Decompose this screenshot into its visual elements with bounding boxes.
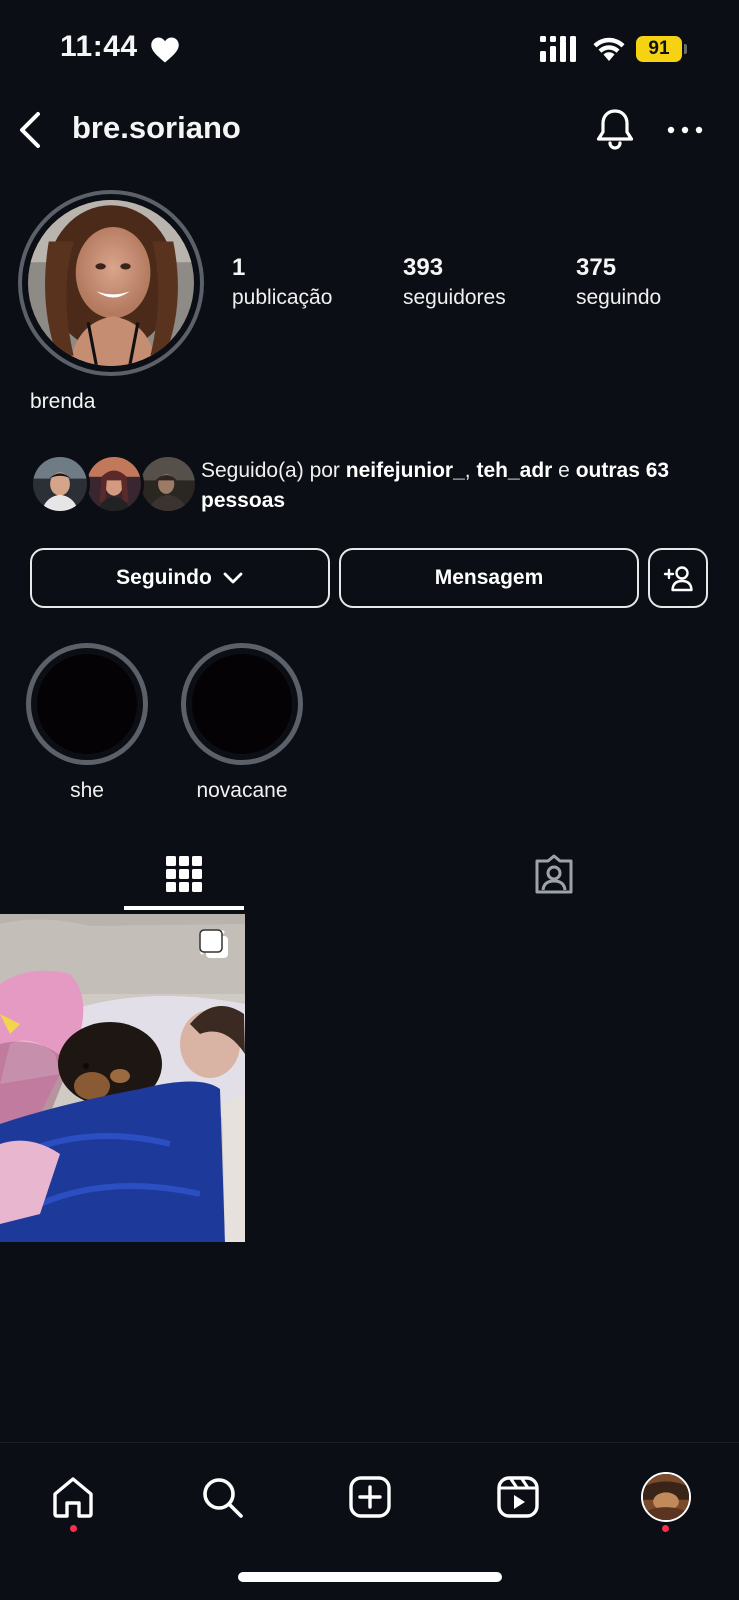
- post-thumbnail[interactable]: [0, 914, 245, 1242]
- following-button[interactable]: Seguindo: [30, 548, 330, 608]
- carousel-icon: [199, 929, 228, 958]
- profile-tab-avatar: [641, 1472, 691, 1522]
- status-time: 11:44: [60, 30, 138, 63]
- avatar-photo: [28, 200, 194, 367]
- profile-username: bre.soriano: [72, 110, 241, 145]
- highlight-label: novacane: [196, 779, 288, 802]
- highlight-cover-ring: [26, 643, 148, 765]
- stat-followers-value: 393: [403, 254, 444, 281]
- followed-by-conjunction: e: [552, 459, 576, 482]
- wifi-icon: [593, 37, 625, 61]
- nav-home[interactable]: [45, 1469, 101, 1525]
- battery-cap: [684, 44, 687, 54]
- more-options-icon[interactable]: [664, 110, 706, 150]
- stat-followers-label: seguidores: [403, 286, 506, 309]
- stat-following-value: 375: [576, 254, 617, 281]
- home-indicator-bar: [238, 1572, 502, 1582]
- active-tab-indicator: [124, 906, 244, 910]
- reels-icon: [497, 1476, 539, 1518]
- profile-avatar[interactable]: [18, 190, 204, 376]
- mutual-user-1[interactable]: neifejunior_: [346, 459, 465, 482]
- mutual-avatar-1: [30, 454, 90, 514]
- mutual-user-2[interactable]: teh_adr: [476, 459, 552, 482]
- followed-by-prefix: Seguido(a) por: [201, 459, 346, 482]
- battery-level: 91: [636, 36, 682, 62]
- following-button-label: Seguindo: [116, 566, 212, 589]
- post-image: [0, 914, 245, 1242]
- profile-tabs: [0, 836, 739, 912]
- stat-posts-value: 1: [232, 254, 246, 281]
- battery-indicator: 91: [636, 36, 688, 62]
- followed-by-separator: ,: [464, 459, 477, 482]
- highlight-she[interactable]: she: [25, 643, 149, 803]
- highlight-cover: [192, 654, 292, 754]
- mutual-avatar-2: [84, 454, 144, 514]
- create-post-icon: [349, 1476, 391, 1518]
- message-button-label: Mensagem: [434, 566, 544, 589]
- cellular-signal-icon: [540, 36, 576, 62]
- suggested-people-button[interactable]: [648, 548, 708, 608]
- stat-posts-label: publicação: [232, 286, 333, 309]
- profile-notification-dot: [662, 1525, 669, 1532]
- nav-create[interactable]: [342, 1469, 398, 1525]
- notification-bell-icon[interactable]: [592, 106, 638, 152]
- add-person-icon: [663, 566, 693, 592]
- followed-by[interactable]: Seguido(a) por neifejunior_, teh_adr e o…: [30, 452, 720, 520]
- search-icon: [203, 1478, 243, 1518]
- profile-header: bre.soriano: [0, 96, 739, 168]
- heart-icon: [151, 37, 179, 63]
- grid-icon: [166, 856, 202, 892]
- home-icon: [53, 1477, 93, 1518]
- back-arrow-icon[interactable]: [12, 108, 52, 152]
- followed-by-text: Seguido(a) por neifejunior_, teh_adr e o…: [201, 456, 721, 516]
- highlight-novacane[interactable]: novacane: [180, 643, 304, 803]
- home-notification-dot: [70, 1525, 77, 1532]
- highlight-label: she: [70, 779, 104, 802]
- nav-search[interactable]: [194, 1469, 250, 1525]
- nav-reels[interactable]: [490, 1469, 546, 1525]
- stat-following-label: seguindo: [576, 286, 662, 309]
- highlight-cover: [37, 654, 137, 754]
- display-name: brenda: [30, 390, 96, 413]
- highlight-cover-ring: [181, 643, 303, 765]
- tagged-person-icon: [535, 854, 573, 894]
- message-button[interactable]: Mensagem: [339, 548, 639, 608]
- mutual-avatar-3: [138, 454, 198, 514]
- stat-posts[interactable]: 1 publicação: [232, 254, 332, 310]
- chevron-down-icon: [223, 572, 243, 584]
- nav-profile[interactable]: [638, 1469, 694, 1525]
- tab-posts-grid[interactable]: [124, 836, 244, 912]
- stat-followers[interactable]: 393 seguidores: [403, 254, 506, 310]
- stat-following[interactable]: 375 seguindo: [576, 254, 661, 310]
- tab-tagged[interactable]: [494, 836, 614, 912]
- status-bar: 11:44 91: [0, 0, 739, 96]
- mutual-followers-avatars: [30, 452, 198, 516]
